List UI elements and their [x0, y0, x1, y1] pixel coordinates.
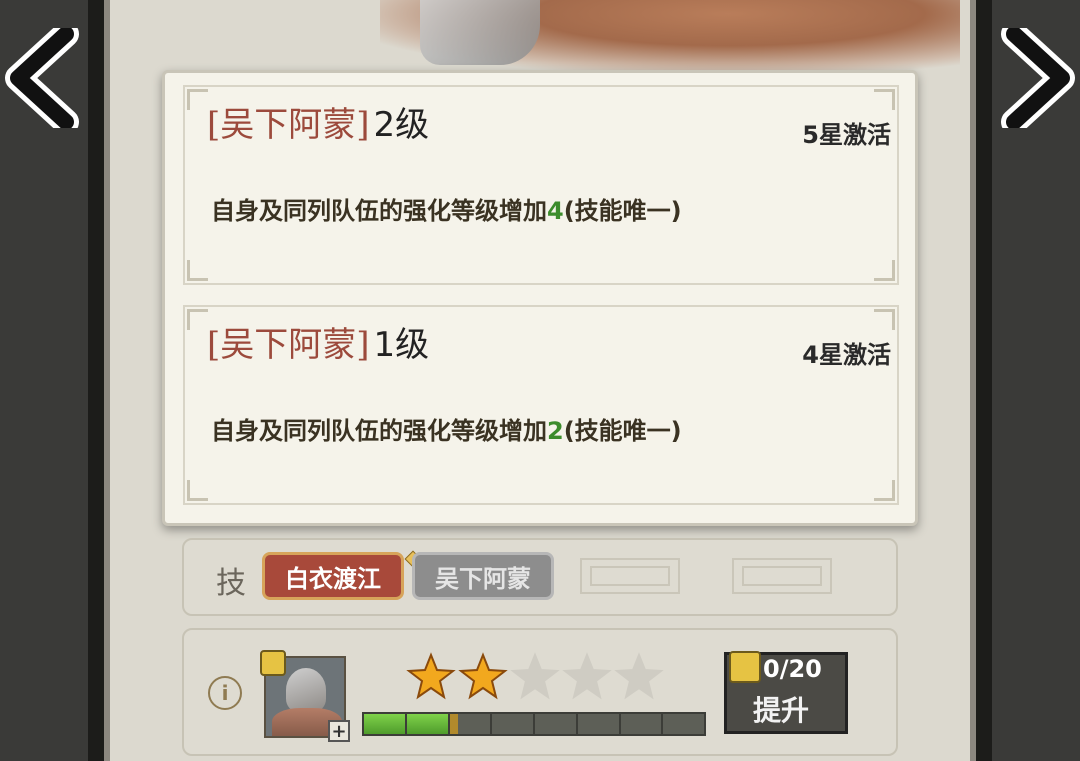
desc-value: 4 — [547, 197, 564, 225]
previous-hero-arrow-icon[interactable] — [4, 28, 84, 128]
desc-value: 2 — [547, 417, 564, 445]
upgrade-button[interactable]: 0/20 提升 — [724, 651, 848, 734]
progress-segment — [578, 714, 621, 734]
activation-requirement: 5星激活 — [802, 121, 891, 149]
puzzle-piece-icon — [729, 651, 761, 683]
puzzle-piece-icon — [260, 650, 286, 676]
star-empty-icon — [510, 652, 560, 700]
right-rail — [976, 0, 992, 761]
fragment-count: 0/20 — [763, 655, 822, 683]
upgrade-label: 提升 — [753, 694, 810, 727]
progress-segment — [492, 714, 535, 734]
star-filled-icon — [406, 652, 456, 700]
star-progress-bar — [362, 712, 706, 736]
progress-segment — [663, 714, 704, 734]
corner-ornament — [187, 260, 208, 281]
corner-ornament — [874, 260, 895, 281]
progress-segment — [621, 714, 664, 734]
skill-title: [吴下阿蒙] 2级 — [207, 103, 429, 147]
skill-button-active[interactable]: 白衣渡江 — [262, 550, 422, 600]
skill-bar-label: 技 — [216, 566, 246, 601]
hero-star-bar: i + 0/20 提升 — [182, 628, 898, 756]
add-fragment-button[interactable]: + — [328, 720, 350, 742]
star-empty-icon — [562, 652, 612, 700]
skill-button[interactable]: 吴下阿蒙 — [412, 552, 554, 600]
empty-skill-slot — [580, 558, 680, 594]
skill-button-label: 白衣渡江 — [285, 563, 381, 593]
empty-skill-slot — [732, 558, 832, 594]
star-rating — [406, 652, 664, 700]
info-symbol: i — [221, 681, 229, 705]
plus-symbol: + — [331, 720, 347, 742]
info-icon[interactable]: i — [208, 676, 242, 710]
progress-segment — [406, 714, 450, 734]
corner-ornament — [187, 309, 208, 330]
corner-ornament — [874, 309, 895, 330]
star-empty-icon — [614, 652, 664, 700]
progress-segment — [364, 714, 407, 734]
next-hero-arrow-icon[interactable] — [996, 28, 1076, 128]
star-filled-icon — [458, 652, 508, 700]
skill-description: 自身及同列队伍的强化等级增加4(技能唯一) — [211, 191, 682, 226]
skill-title: [吴下阿蒙] 1级 — [207, 323, 429, 367]
skill-button-label: 吴下阿蒙 — [435, 563, 531, 593]
skill-level: 1级 — [373, 325, 430, 365]
left-rail — [88, 0, 104, 761]
desc-note: (技能唯一) — [563, 417, 682, 445]
progress-segment — [535, 714, 578, 734]
skill-level: 2级 — [373, 105, 430, 145]
skill-level-entry: [吴下阿蒙] 1级 4星激活 自身及同列队伍的强化等级增加2(技能唯一) — [183, 305, 899, 505]
hero-helmet — [286, 668, 326, 712]
skill-level-entry: [吴下阿蒙] 2级 5星激活 自身及同列队伍的强化等级增加4(技能唯一) — [183, 85, 899, 285]
corner-ornament — [874, 89, 895, 110]
skill-name: [吴下阿蒙] — [207, 105, 370, 145]
skill-name: [吴下阿蒙] — [207, 325, 370, 365]
desc-text: 自身及同列队伍的强化等级增加 — [211, 197, 547, 225]
desc-note: (技能唯一) — [563, 197, 682, 225]
corner-ornament — [874, 480, 895, 501]
hero-artwork-armor — [420, 0, 540, 65]
activation-requirement: 4星激活 — [802, 341, 891, 369]
corner-ornament — [187, 480, 208, 501]
progress-segment — [449, 714, 493, 734]
desc-text: 自身及同列队伍的强化等级增加 — [211, 417, 547, 445]
skill-description: 自身及同列队伍的强化等级增加2(技能唯一) — [211, 411, 682, 446]
corner-ornament — [187, 89, 208, 110]
skill-bar: 技 白衣渡江 吴下阿蒙 — [182, 538, 898, 616]
skill-detail-popup: [吴下阿蒙] 2级 5星激活 自身及同列队伍的强化等级增加4(技能唯一) [吴下阿… — [162, 70, 918, 526]
